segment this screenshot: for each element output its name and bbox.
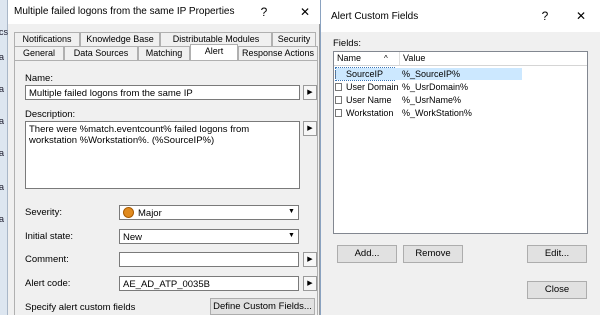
remove-button[interactable]: Remove xyxy=(403,245,463,263)
description-insert-arrow-button[interactable]: ▶ xyxy=(303,121,317,136)
bg-text: a xyxy=(0,182,5,192)
tab-response-actions[interactable]: Response Actions xyxy=(238,46,318,60)
comment-field[interactable] xyxy=(119,252,299,267)
bg-text: cs xyxy=(0,27,8,37)
major-severity-icon xyxy=(123,207,134,218)
alert-code-insert-arrow-button[interactable]: ▶ xyxy=(303,276,317,291)
description-line: There were %match.eventcount% failed log… xyxy=(29,124,250,135)
column-header-value[interactable]: Value xyxy=(400,52,587,66)
alert-custom-fields-dialog: Alert Custom Fields ? ✕ Fields: Name ^ V… xyxy=(320,0,600,315)
chevron-down-icon[interactable]: ▼ xyxy=(285,230,298,243)
custom-fields-title: Alert Custom Fields xyxy=(331,11,419,22)
help-button[interactable]: ? xyxy=(535,7,555,25)
properties-dialog: Multiple failed logons from the same IP … xyxy=(8,0,320,315)
add-button[interactable]: Add... xyxy=(337,245,397,263)
description-label: Description: xyxy=(25,109,76,120)
close-icon[interactable]: ✕ xyxy=(571,7,591,25)
alert-code-label: Alert code: xyxy=(25,278,71,289)
severity-value: Major xyxy=(138,208,162,219)
list-item[interactable]: User Name %_UsrName% xyxy=(334,94,587,106)
field-name: User Name xyxy=(346,95,392,105)
column-header-name-label: Name xyxy=(337,53,362,63)
field-value: %_UsrName% xyxy=(402,95,462,105)
initial-state-select[interactable]: New ▼ xyxy=(119,229,299,244)
chevron-down-icon[interactable]: ▼ xyxy=(285,206,298,219)
tab-knowledge-base[interactable]: Knowledge Base xyxy=(80,32,160,46)
name-insert-arrow-button[interactable]: ▶ xyxy=(303,85,317,100)
comment-insert-arrow-button[interactable]: ▶ xyxy=(303,252,317,267)
alert-code-field[interactable]: AE_AD_ATP_0035B xyxy=(119,276,299,291)
field-value: %_WorkStation% xyxy=(402,108,472,118)
tab-security[interactable]: Security xyxy=(272,32,316,46)
list-item[interactable]: SourceIP %_SourceIP% xyxy=(334,67,587,81)
comment-label: Comment: xyxy=(25,254,69,265)
properties-title: Multiple failed logons from the same IP … xyxy=(14,6,235,17)
field-value: %_SourceIP% xyxy=(394,68,522,80)
close-button[interactable]: Close xyxy=(527,281,587,299)
custom-fields-title-bar[interactable]: Alert Custom Fields ? ✕ xyxy=(321,0,600,32)
custom-fields-label: Specify alert custom fields xyxy=(25,302,136,313)
define-custom-fields-button[interactable]: Define Custom Fields... xyxy=(210,298,315,315)
bg-text: a xyxy=(0,84,5,94)
close-icon[interactable]: ✕ xyxy=(295,3,315,21)
bg-text: a xyxy=(0,116,5,126)
list-item[interactable]: User Domain %_UsrDomain% xyxy=(334,81,587,93)
initial-state-value: New xyxy=(123,232,143,243)
tab-matching[interactable]: Matching xyxy=(138,46,190,60)
tab-general[interactable]: General xyxy=(14,46,64,60)
background-window-edge: cs a a a a a a xyxy=(0,0,8,315)
field-name: User Domain xyxy=(346,82,399,92)
custom-fields-list[interactable]: Name ^ Value SourceIP %_SourceIP% User D… xyxy=(333,51,588,234)
bg-text: a xyxy=(0,148,5,158)
tab-data-sources[interactable]: Data Sources xyxy=(64,46,138,60)
name-field[interactable]: Multiple failed logons from the same IP xyxy=(25,85,300,100)
tab-alert[interactable]: Alert xyxy=(190,44,238,60)
field-name: SourceIP xyxy=(335,67,395,81)
tab-notifications[interactable]: Notifications xyxy=(14,32,80,46)
edit-button[interactable]: Edit... xyxy=(527,245,587,263)
initial-state-label: Initial state: xyxy=(25,231,74,242)
bg-text: a xyxy=(0,52,5,62)
sort-ascending-icon: ^ xyxy=(384,54,388,63)
column-header-name[interactable]: Name ^ xyxy=(334,52,400,66)
description-field[interactable]: There were %match.eventcount% failed log… xyxy=(25,121,300,189)
field-name: Workstation xyxy=(346,108,394,118)
list-item[interactable]: Workstation %_WorkStation% xyxy=(334,107,587,119)
field-value: %_UsrDomain% xyxy=(402,82,469,92)
alert-tab-panel: Name: Multiple failed logons from the sa… xyxy=(14,60,318,315)
properties-title-bar[interactable]: Multiple failed logons from the same IP … xyxy=(8,0,320,24)
description-line: workstation %Workstation%. (%SourceIP%) xyxy=(29,135,215,146)
fields-label: Fields: xyxy=(333,38,361,49)
severity-label: Severity: xyxy=(25,207,62,218)
bg-text: a xyxy=(0,214,5,224)
name-label: Name: xyxy=(25,73,53,84)
help-button[interactable]: ? xyxy=(254,3,274,21)
severity-select[interactable]: Major ▼ xyxy=(119,205,299,220)
